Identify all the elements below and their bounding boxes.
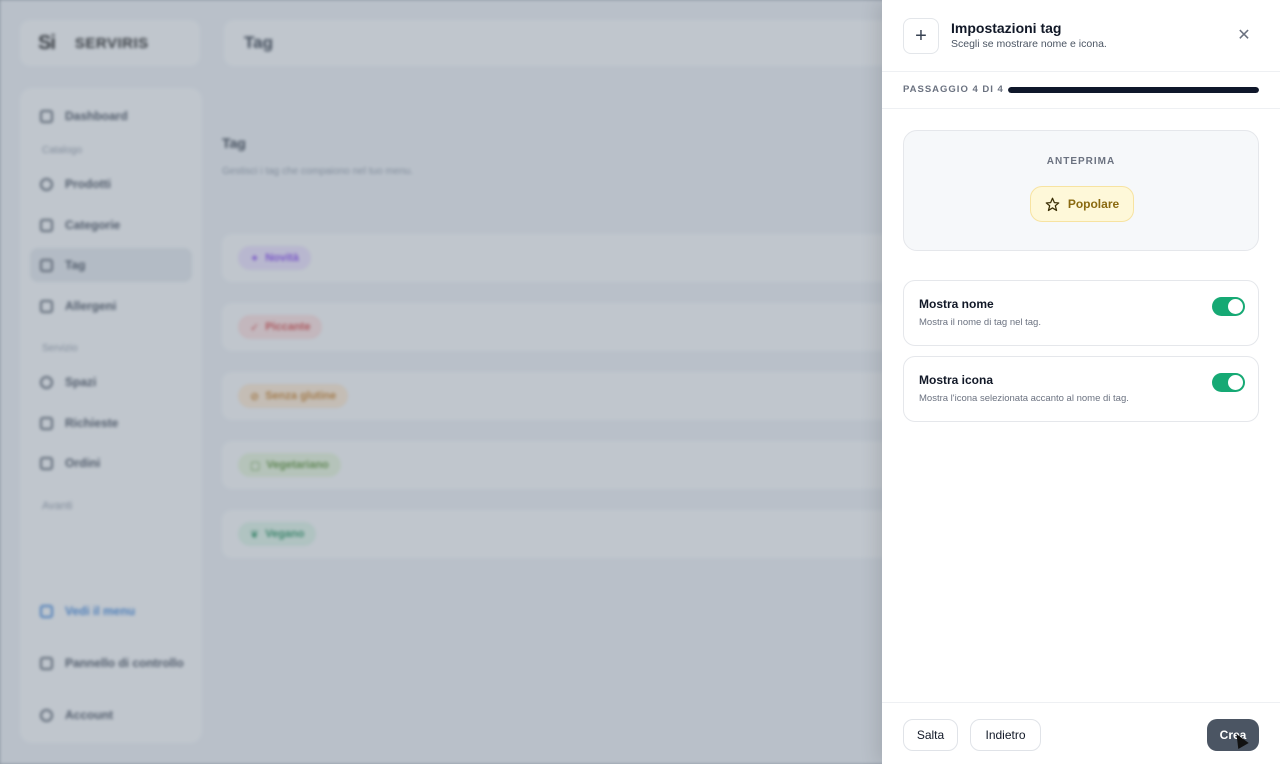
drawer-title: Impostazioni tag [951, 20, 1062, 36]
step-progress-fill [1008, 87, 1259, 93]
drawer-header: + Impostazioni tag Scegli se mostrare no… [882, 0, 1280, 72]
close-icon[interactable]: ✕ [1234, 25, 1254, 45]
option-description: Mostra l'icona selezionata accanto al no… [919, 393, 1129, 404]
drawer-footer: Salta Indietro Crea [882, 702, 1280, 764]
option-title: Mostra nome [919, 297, 994, 311]
star-icon [1045, 197, 1060, 211]
toggle-knob [1228, 299, 1243, 314]
skip-button[interactable]: Salta [903, 719, 958, 751]
step-label: PASSAGGIO 4 DI 4 [903, 84, 1004, 95]
show-name-toggle[interactable] [1212, 297, 1245, 316]
option-description: Mostra il nome di tag nel tag. [919, 317, 1041, 328]
back-button[interactable]: Indietro [970, 719, 1041, 751]
preview-tag-chip: Popolare [1030, 186, 1134, 222]
preview-label: ANTEPRIMA [1046, 156, 1116, 167]
option-show-icon: Mostra icona Mostra l'icona selezionata … [903, 356, 1259, 422]
step-progress-bar [1008, 87, 1259, 93]
plus-icon: + [903, 18, 939, 54]
modal-overlay[interactable] [0, 0, 882, 764]
option-show-name: Mostra nome Mostra il nome di tag nel ta… [903, 280, 1259, 346]
preview-card: ANTEPRIMA Popolare [903, 130, 1259, 251]
drawer-subtitle: Scegli se mostrare nome e icona. [951, 38, 1107, 50]
option-title: Mostra icona [919, 373, 994, 387]
show-icon-toggle[interactable] [1212, 373, 1245, 392]
toggle-knob [1228, 375, 1243, 390]
tag-settings-drawer: + Impostazioni tag Scegli se mostrare no… [882, 0, 1280, 764]
preview-chip-label: Popolare [1067, 197, 1120, 211]
step-indicator: PASSAGGIO 4 DI 4 [882, 72, 1280, 109]
